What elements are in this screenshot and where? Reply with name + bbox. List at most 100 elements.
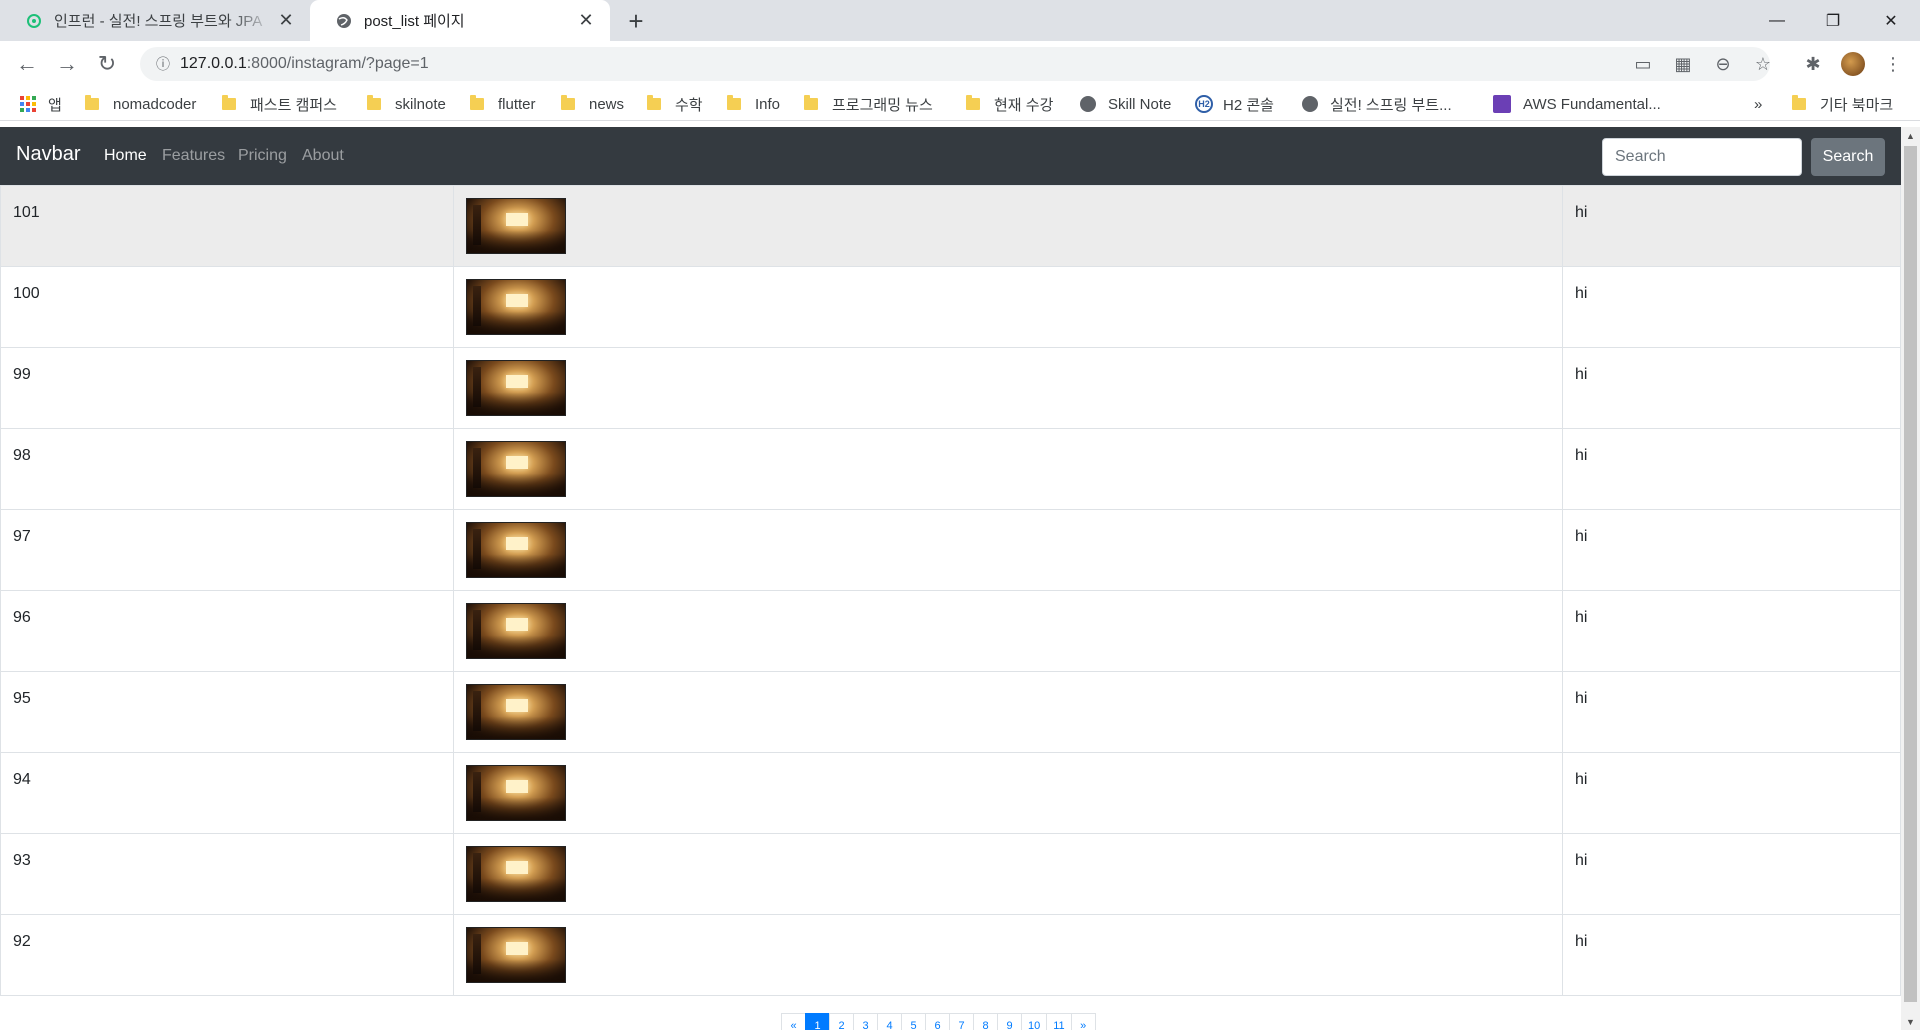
bookmark-item[interactable]: 수학 <box>647 87 703 121</box>
post-thumbnail[interactable] <box>466 603 566 659</box>
post-thumbnail[interactable] <box>466 441 566 497</box>
bookmark-label: 수학 <box>675 96 703 114</box>
bookmarks-overflow-button[interactable]: » <box>1754 87 1762 121</box>
bookmark-item[interactable]: nomadcoder <box>85 87 196 121</box>
translate-icon[interactable]: ▦ <box>1670 51 1696 77</box>
search-input[interactable] <box>1602 138 1802 176</box>
bookmark-label: 앱 <box>48 96 62 114</box>
zoom-icon[interactable]: ⊖ <box>1710 51 1736 77</box>
page-link-9[interactable]: 9 <box>997 1013 1022 1030</box>
post-id: 96 <box>0 590 454 672</box>
bookmark-item[interactable]: Skill Note <box>1080 87 1171 121</box>
bookmark-label: H2 콘솔 <box>1223 96 1274 114</box>
table-row: 94 hi <box>0 752 1901 834</box>
address-bar[interactable]: ⓘ 127.0.0.1:8000/instagram/?page=1 <box>140 47 1770 81</box>
scroll-down-arrow-icon[interactable]: ▼ <box>1901 1013 1920 1030</box>
tab-title: post_list 페이지 <box>364 13 465 30</box>
bookmark-item[interactable]: H2 H2 콘솔 <box>1195 87 1274 121</box>
table-row: 100 hi <box>0 266 1901 348</box>
menu-kebab-icon[interactable]: ⋮ <box>1880 51 1906 77</box>
post-thumbnail[interactable] <box>466 522 566 578</box>
bookmark-item[interactable]: Info <box>727 87 780 121</box>
navbar-brand[interactable]: Navbar <box>16 143 80 166</box>
post-id: 101 <box>0 185 454 267</box>
page-link-5[interactable]: 5 <box>901 1013 926 1030</box>
page-link-2[interactable]: 2 <box>829 1013 854 1030</box>
page-link-6[interactable]: 6 <box>925 1013 950 1030</box>
post-thumbnail[interactable] <box>466 927 566 983</box>
back-arrow-icon[interactable]: ← <box>12 49 42 79</box>
page-link-11[interactable]: 11 <box>1046 1013 1072 1030</box>
bookmark-item[interactable]: 패스트 캠퍼스 <box>222 87 337 121</box>
post-image-cell <box>453 833 1563 915</box>
post-message: hi <box>1562 671 1901 753</box>
bookmark-star-icon[interactable]: ☆ <box>1750 51 1776 77</box>
post-thumbnail[interactable] <box>466 765 566 821</box>
post-thumbnail[interactable] <box>466 360 566 416</box>
reload-icon[interactable]: ↻ <box>92 49 122 79</box>
nav-link-pricing[interactable]: Pricing <box>238 147 287 165</box>
page-link-7[interactable]: 7 <box>949 1013 974 1030</box>
forward-arrow-icon[interactable]: → <box>52 49 82 79</box>
nav-link-home[interactable]: Home <box>104 147 147 165</box>
restore-button[interactable]: ❐ <box>1804 0 1862 41</box>
bookmark-label: 패스트 캠퍼스 <box>250 96 337 114</box>
post-image-cell <box>453 509 1563 591</box>
post-message: hi <box>1562 347 1901 429</box>
pagination-prev[interactable]: « <box>781 1013 806 1030</box>
other-bookmarks[interactable]: 기타 북마크 <box>1792 87 1893 121</box>
folder-icon <box>85 95 99 110</box>
folder-icon <box>727 95 741 110</box>
tab-post-list[interactable]: post_list 페이지 ✕ <box>310 0 610 41</box>
post-id: 95 <box>0 671 454 753</box>
bookmark-label: 기타 북마크 <box>1820 96 1894 114</box>
extensions-icon[interactable]: ✱ <box>1800 51 1826 77</box>
bookmark-item[interactable]: skilnote <box>367 87 446 121</box>
browser-tabstrip: 인프런 - 실전! 스프링 부트와 JPA ✕ post_list 페이지 ✕ … <box>0 0 1920 41</box>
post-thumbnail[interactable] <box>466 846 566 902</box>
page-link-1[interactable]: 1 <box>805 1013 830 1030</box>
close-window-button[interactable]: ✕ <box>1862 0 1920 41</box>
post-id: 100 <box>0 266 454 348</box>
post-thumbnail[interactable] <box>466 279 566 335</box>
page-link-4[interactable]: 4 <box>877 1013 902 1030</box>
search-button[interactable]: Search <box>1811 138 1885 176</box>
post-message: hi <box>1562 509 1901 591</box>
bookmark-apps[interactable]: 앱 <box>20 87 62 121</box>
new-tab-button[interactable]: + <box>622 6 650 36</box>
scrollbar-thumb[interactable] <box>1904 146 1917 1002</box>
bookmark-item[interactable]: news <box>561 87 624 121</box>
table-row: 95 hi <box>0 671 1901 753</box>
scroll-up-arrow-icon[interactable]: ▲ <box>1901 127 1920 144</box>
page-link-3[interactable]: 3 <box>853 1013 878 1030</box>
bookmark-item[interactable]: AWS Fundamental... <box>1493 87 1661 121</box>
pagination-next[interactable]: » <box>1070 1013 1096 1030</box>
post-thumbnail[interactable] <box>466 198 566 254</box>
folder-icon <box>966 95 980 110</box>
bookmark-item[interactable]: 현재 수강 <box>966 87 1053 121</box>
nav-link-about[interactable]: About <box>302 147 344 165</box>
post-image-cell <box>453 590 1563 672</box>
vertical-scrollbar[interactable]: ▲ ▼ <box>1901 127 1920 1030</box>
tab-inflearn[interactable]: 인프런 - 실전! 스프링 부트와 JPA ✕ <box>0 0 310 41</box>
bookmark-item[interactable]: 실전! 스프링 부트... <box>1302 87 1452 121</box>
page-link-8[interactable]: 8 <box>973 1013 998 1030</box>
cast-icon[interactable]: ▭ <box>1630 51 1656 77</box>
post-table: 101 hi 100 hi 99 hi 98 hi 97 hi 96 hi 95… <box>0 185 1901 996</box>
site-info-icon[interactable]: ⓘ <box>146 54 180 74</box>
profile-avatar[interactable] <box>1840 51 1866 77</box>
post-image-cell <box>453 671 1563 753</box>
bookmark-item[interactable]: 프로그래밍 뉴스 <box>804 87 933 121</box>
nav-link-features[interactable]: Features <box>162 147 225 165</box>
page-link-10[interactable]: 10 <box>1021 1013 1048 1030</box>
post-image-cell <box>453 914 1563 996</box>
minimize-button[interactable]: — <box>1748 0 1806 41</box>
post-thumbnail[interactable] <box>466 684 566 740</box>
bookmarks-bar: 앱 nomadcoder 패스트 캠퍼스 skilnote flutter ne… <box>0 87 1920 121</box>
table-row: 101 hi <box>0 185 1901 267</box>
close-tab-icon[interactable]: ✕ <box>274 9 298 33</box>
bookmark-item[interactable]: flutter <box>470 87 536 121</box>
post-message: hi <box>1562 266 1901 348</box>
bookmark-label: flutter <box>498 95 536 113</box>
close-tab-icon[interactable]: ✕ <box>574 9 598 33</box>
